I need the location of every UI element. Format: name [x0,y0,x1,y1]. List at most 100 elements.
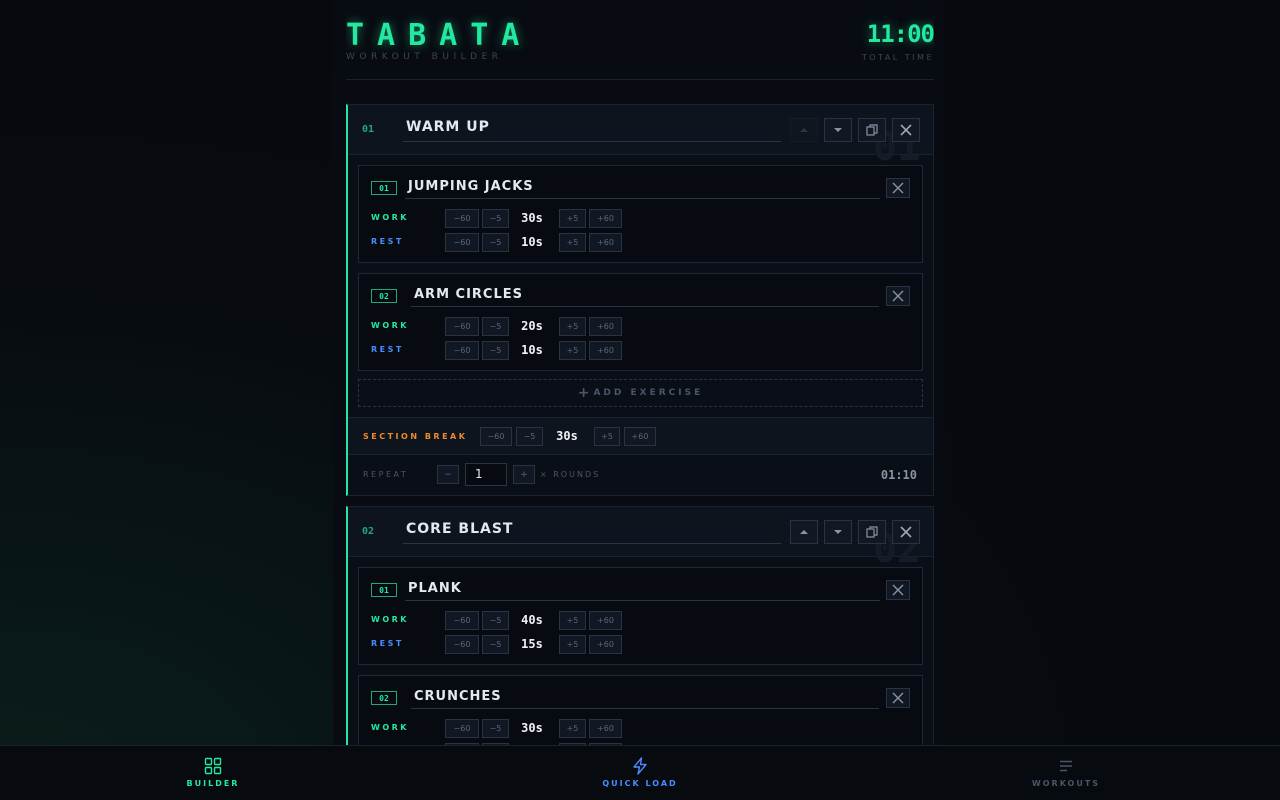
close-icon [892,692,904,704]
rest-row: REST −60 −5 15s +5 +60 [371,635,651,655]
work-plus-60-button[interactable]: +60 [589,611,622,630]
work-label: WORK [371,321,409,330]
section-title-input[interactable]: WARM UP [403,119,781,142]
add-exercise-button[interactable]: + ADD EXERCISE [358,379,923,407]
section-break-row: SECTION BREAK −60 −5 30s +5 +60 [348,417,933,455]
exercise-card: 01 JUMPING JACKS WORK −60 −5 30s +5 +60 … [358,165,923,263]
rest-plus-60-button[interactable]: +60 [589,341,622,360]
rest-plus-5-button[interactable]: +5 [559,635,586,654]
exercise-name-input[interactable]: ARM CIRCLES [411,287,879,307]
rest-plus-5-button[interactable]: +5 [559,233,586,252]
bottom-navigation: BUILDER QUICK LOAD WORKOUTS [0,745,1280,800]
move-up-button[interactable] [790,520,818,544]
work-row: WORK −60 −5 30s +5 +60 [371,719,651,739]
work-row: WORK −60 −5 20s +5 +60 [371,317,651,337]
work-plus-60-button[interactable]: +60 [589,209,622,228]
break-value: 30s [556,429,578,443]
work-minus-5-button[interactable]: −5 [482,719,509,738]
work-minus-60-button[interactable]: −60 [445,719,479,738]
delete-exercise-button[interactable] [886,286,910,306]
nav-builder[interactable]: BUILDER [143,746,283,800]
repeat-row: REPEAT − 1 + × ROUNDS 01:10 [348,455,933,495]
grid-icon [204,757,222,775]
nav-quick-load[interactable]: QUICK LOAD [570,746,710,800]
rest-plus-60-button[interactable]: +60 [589,635,622,654]
rest-minus-60-button[interactable]: −60 [445,341,479,360]
work-row: WORK −60 −5 30s +5 +60 [371,209,651,229]
work-value: 30s [521,721,543,735]
break-minus-5-button[interactable]: −5 [516,427,543,446]
work-plus-5-button[interactable]: +5 [559,719,586,738]
exercise-card: 02 ARM CIRCLES WORK −60 −5 20s +5 +60 RE… [358,273,923,371]
move-down-button[interactable] [824,118,852,142]
section-header: 02 CORE BLAST 02 [348,507,933,569]
break-controls: −60 −5 30s +5 +60 [348,427,748,447]
delete-exercise-button[interactable] [886,580,910,600]
work-plus-60-button[interactable]: +60 [589,719,622,738]
rest-value: 10s [521,235,543,249]
exercise-number-badge: 01 [371,583,397,597]
section-title-input[interactable]: CORE BLAST [403,521,781,544]
work-minus-60-button[interactable]: −60 [445,209,479,228]
exercise-number-badge: 01 [371,181,397,195]
duplicate-section-button[interactable] [858,520,886,544]
work-plus-5-button[interactable]: +5 [559,317,586,336]
chevron-up-icon [800,530,808,534]
close-icon [892,182,904,194]
delete-section-button[interactable] [892,520,920,544]
work-plus-5-button[interactable]: +5 [559,209,586,228]
rest-plus-60-button[interactable]: +60 [589,233,622,252]
rest-minus-5-button[interactable]: −5 [482,635,509,654]
work-minus-5-button[interactable]: −5 [482,209,509,228]
section-total-time: 01:10 [880,468,917,482]
work-minus-60-button[interactable]: −60 [445,611,479,630]
work-value: 20s [521,319,543,333]
repeat-plus-button[interactable]: + [513,465,535,484]
work-plus-5-button[interactable]: +5 [559,611,586,630]
work-minus-5-button[interactable]: −5 [482,317,509,336]
rest-minus-60-button[interactable]: −60 [445,233,479,252]
copy-icon [866,124,878,136]
app-logo: TABATA [346,18,533,53]
exercise-name-input[interactable]: PLANK [405,581,880,601]
chevron-down-icon [834,530,842,534]
repeat-minus-button[interactable]: − [437,465,459,484]
builder-page: TABATA WORKOUT BUILDER 11:00 TOTAL TIME … [346,0,934,745]
delete-section-button[interactable] [892,118,920,142]
section-card: 01 WARM UP 01 01 JUMPING JACKS WORK −60 … [346,104,934,496]
rest-plus-5-button[interactable]: +5 [559,341,586,360]
section-header: 01 WARM UP 01 [348,105,933,167]
duplicate-section-button[interactable] [858,118,886,142]
work-value: 40s [521,613,543,627]
move-down-button[interactable] [824,520,852,544]
close-icon [900,124,912,136]
exercise-name-input[interactable]: JUMPING JACKS [405,179,880,199]
exercise-name-input[interactable]: CRUNCHES [411,689,879,709]
break-plus-5-button[interactable]: +5 [594,427,620,446]
nav-workouts[interactable]: WORKOUTS [996,746,1136,800]
repeat-input[interactable]: 1 [465,463,507,486]
close-icon [900,526,912,538]
delete-exercise-button[interactable] [886,688,910,708]
break-minus-60-button[interactable]: −60 [480,427,512,446]
chevron-down-icon [834,128,842,132]
list-icon [1060,760,1072,772]
rest-minus-60-button[interactable]: −60 [445,635,479,654]
nav-quick-load-label: QUICK LOAD [602,779,678,788]
work-value: 30s [521,211,543,225]
rest-minus-5-button[interactable]: −5 [482,233,509,252]
work-plus-60-button[interactable]: +60 [589,317,622,336]
rest-row: REST −60 −5 10s +5 +60 [371,341,651,361]
delete-exercise-button[interactable] [886,178,910,198]
work-minus-60-button[interactable]: −60 [445,317,479,336]
break-plus-60-button[interactable]: +60 [624,427,656,446]
move-up-button[interactable] [790,118,818,142]
repeat-label: REPEAT [363,470,409,479]
rest-minus-5-button[interactable]: −5 [482,341,509,360]
close-icon [892,290,904,302]
exercise-number-badge: 02 [371,691,397,705]
nav-builder-label: BUILDER [186,779,240,788]
work-minus-5-button[interactable]: −5 [482,611,509,630]
section-number: 02 [362,526,375,537]
rest-label: REST [371,237,404,246]
